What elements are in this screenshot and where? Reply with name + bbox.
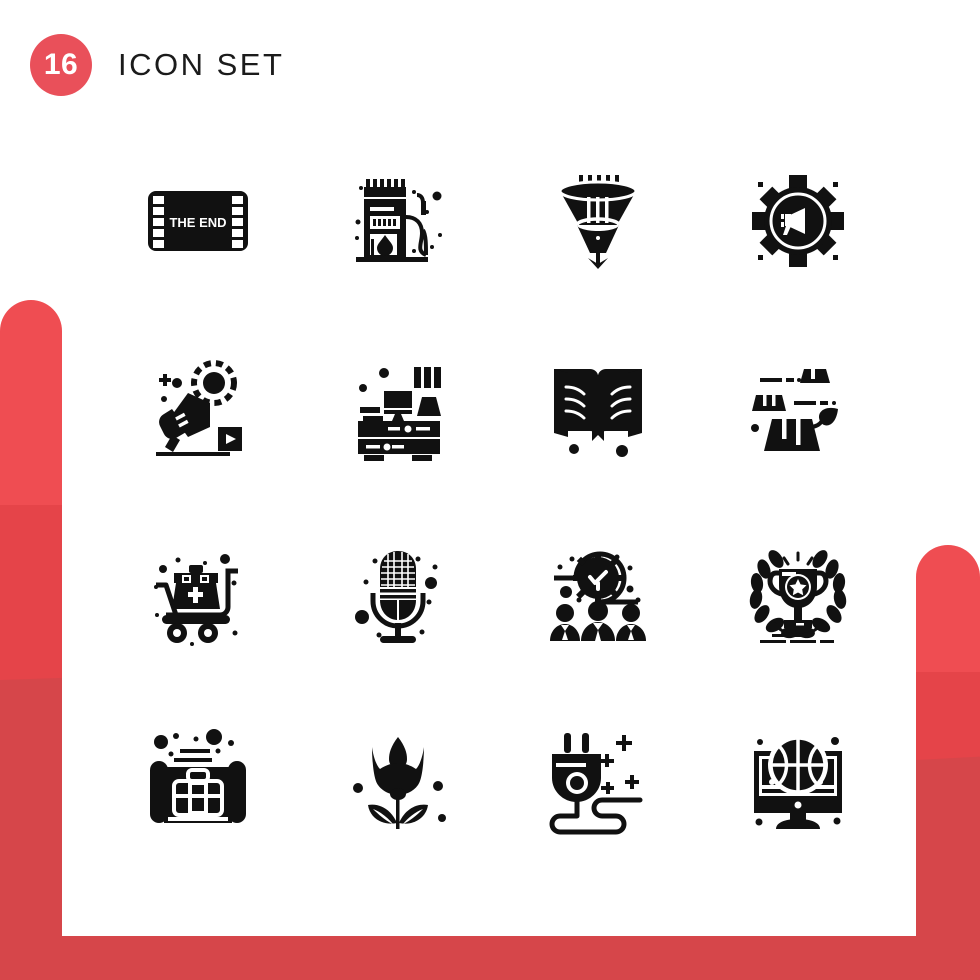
icon-cell-microphone[interactable] — [298, 500, 498, 686]
fuel-pump-icon — [355, 179, 442, 262]
team-time-management-icon — [550, 551, 646, 641]
decorative-right-band — [916, 545, 980, 980]
film-strip-the-end-icon: THE END — [148, 191, 248, 251]
icon-cell-fuel-pump[interactable] — [298, 128, 498, 314]
monitor-basketball-icon — [754, 735, 842, 829]
decorative-left-band-mid — [0, 505, 62, 980]
funnel-filter-icon — [558, 175, 638, 269]
decorative-bottom-strip — [0, 936, 980, 980]
icon-cell-monitor-basketball[interactable] — [698, 686, 898, 872]
icon-cell-power-plug[interactable] — [498, 686, 698, 872]
power-plug-icon — [549, 733, 643, 835]
decorative-left-band — [0, 300, 62, 980]
icon-cell-trophy-laurel[interactable] — [698, 500, 898, 686]
gear-megaphone-icon — [752, 175, 844, 267]
gear-sub-icon — [191, 360, 237, 406]
trophy-laurel-icon — [749, 550, 847, 643]
decorative-right-band-dark — [916, 756, 980, 980]
film-caption: THE END — [169, 215, 226, 230]
icon-cell-tree-stump-leaf[interactable] — [698, 314, 898, 500]
office-desk-icon — [358, 367, 441, 461]
icon-cell-team-time-management[interactable] — [498, 500, 698, 686]
icon-cell-funnel-filter[interactable] — [498, 128, 698, 314]
blueprint-briefcase-icon — [150, 729, 246, 823]
icon-cell-office-desk[interactable] — [298, 314, 498, 500]
megaphone-promotion-icon — [156, 360, 242, 456]
icon-set-poster: 16 Icon Set THE END — [0, 0, 980, 980]
icon-cell-tulip-flower[interactable] — [298, 686, 498, 872]
icon-cell-open-book[interactable] — [498, 314, 698, 500]
shopping-cart-medical-kit-icon — [154, 554, 238, 646]
open-book-icon — [554, 369, 642, 457]
icon-cell-blueprint-briefcase[interactable] — [98, 686, 298, 872]
tulip-flower-icon — [353, 737, 446, 829]
icon-grid: THE END — [98, 128, 898, 872]
clock-gear-sub-icon — [573, 553, 623, 603]
icon-cell-gear-megaphone[interactable] — [698, 128, 898, 314]
icon-cell-film-strip-the-end[interactable]: THE END — [98, 128, 298, 314]
header: 16 Icon Set — [0, 30, 980, 100]
page-title: Icon Set — [118, 47, 285, 82]
icon-count-badge: 16 — [30, 34, 92, 96]
decorative-right-band-mid — [916, 672, 980, 980]
decorative-left-band-dark — [0, 677, 62, 980]
tree-stump-leaf-icon — [751, 369, 838, 451]
microphone-icon — [355, 551, 438, 643]
icon-cell-megaphone-promotion[interactable] — [98, 314, 298, 500]
icon-cell-shopping-cart-medical-kit[interactable] — [98, 500, 298, 686]
